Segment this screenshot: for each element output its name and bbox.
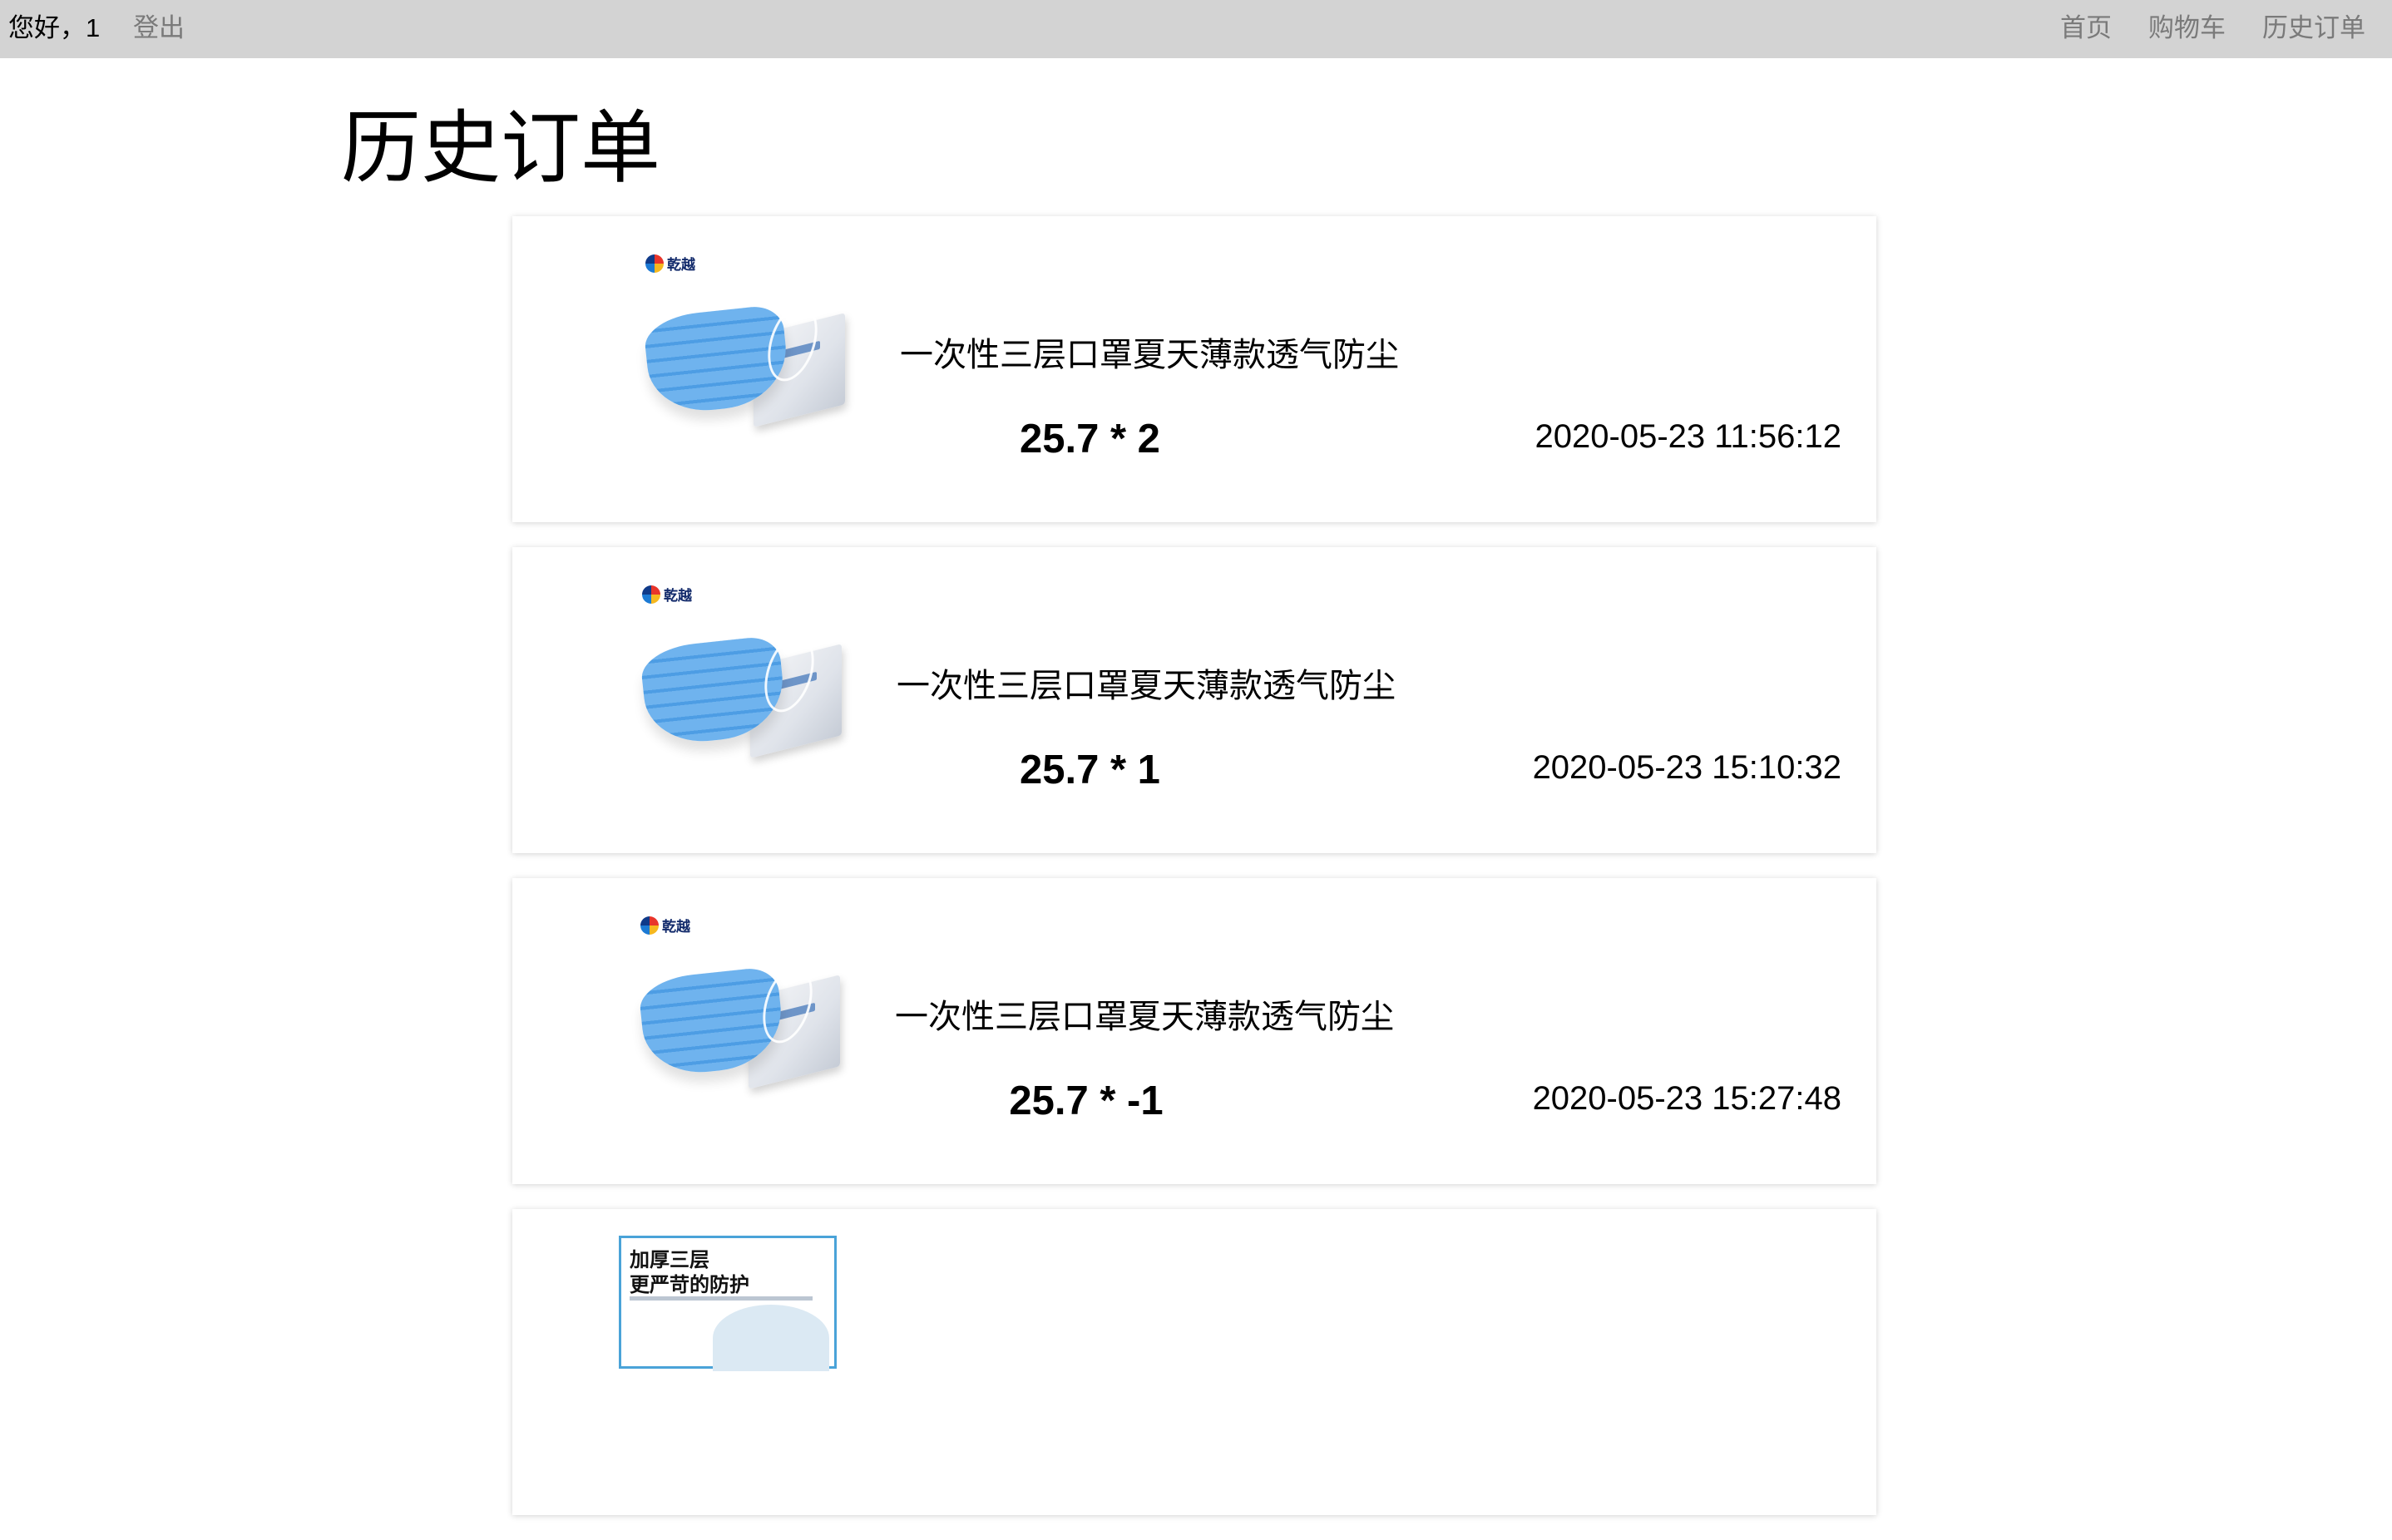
product-image: 乾越 bbox=[639, 584, 850, 775]
brand-logo: 乾越 bbox=[645, 253, 695, 274]
product-image: 乾越 bbox=[642, 253, 853, 444]
order-datetime: 2020-05-23 15:27:48 bbox=[1532, 1080, 1841, 1117]
order-card: 乾越 一次性三层口罩夏天薄款透气防尘 25.7 * -1 2020-05-23 … bbox=[512, 878, 1876, 1184]
brand-name: 乾越 bbox=[662, 919, 690, 935]
order-datetime: 2020-05-23 15:10:32 bbox=[1532, 749, 1841, 786]
price-quantity: 25.7 * 1 bbox=[1020, 748, 1160, 792]
brand-name: 乾越 bbox=[664, 588, 692, 604]
brand-logo-icon bbox=[645, 254, 664, 273]
logout-link[interactable]: 登出 bbox=[133, 12, 185, 45]
product-name: 一次性三层口罩夏天薄款透气防尘 bbox=[897, 668, 1396, 704]
price-quantity: 25.7 * 2 bbox=[1020, 417, 1160, 462]
product-image: 乾越 bbox=[637, 915, 848, 1106]
price-quantity: 25.7 * -1 bbox=[1009, 1078, 1164, 1123]
user-greeting: 您好，1 bbox=[8, 13, 101, 42]
brand-logo: 乾越 bbox=[640, 915, 690, 935]
order-card: 加厚三层 更严苛的防护 bbox=[512, 1209, 1876, 1515]
page-title: 历史订单 bbox=[341, 104, 660, 193]
nav-home-link[interactable]: 首页 bbox=[2060, 12, 2112, 45]
order-card: 乾越 一次性三层口罩夏天薄款透气防尘 25.7 * 1 2020-05-23 1… bbox=[512, 547, 1876, 853]
top-nav-bar: 您好，1 登出 首页 购物车 历史订单 bbox=[0, 0, 2392, 58]
nav-order-history-link[interactable]: 历史订单 bbox=[2262, 12, 2365, 45]
nav-links: 首页 购物车 历史订单 bbox=[2060, 12, 2365, 45]
nav-cart-link[interactable]: 购物车 bbox=[2148, 12, 2226, 45]
brand-logo-icon bbox=[640, 916, 659, 935]
image-caption-subtext bbox=[630, 1296, 813, 1301]
brand-name: 乾越 bbox=[667, 257, 695, 273]
product-image: 加厚三层 更严苛的防护 bbox=[619, 1236, 837, 1371]
brand-logo: 乾越 bbox=[642, 584, 692, 605]
brand-logo-icon bbox=[642, 585, 660, 604]
order-datetime: 2020-05-23 11:56:12 bbox=[1535, 418, 1841, 455]
order-list: 乾越 一次性三层口罩夏天薄款透气防尘 25.7 * 2 2020-05-23 1… bbox=[512, 216, 1876, 1540]
image-caption-line2: 更严苛的防护 bbox=[630, 1274, 749, 1296]
order-card: 乾越 一次性三层口罩夏天薄款透气防尘 25.7 * 2 2020-05-23 1… bbox=[512, 216, 1876, 522]
product-name: 一次性三层口罩夏天薄款透气防尘 bbox=[895, 999, 1394, 1035]
product-name: 一次性三层口罩夏天薄款透气防尘 bbox=[900, 337, 1399, 373]
face-mask-icon bbox=[713, 1305, 829, 1371]
